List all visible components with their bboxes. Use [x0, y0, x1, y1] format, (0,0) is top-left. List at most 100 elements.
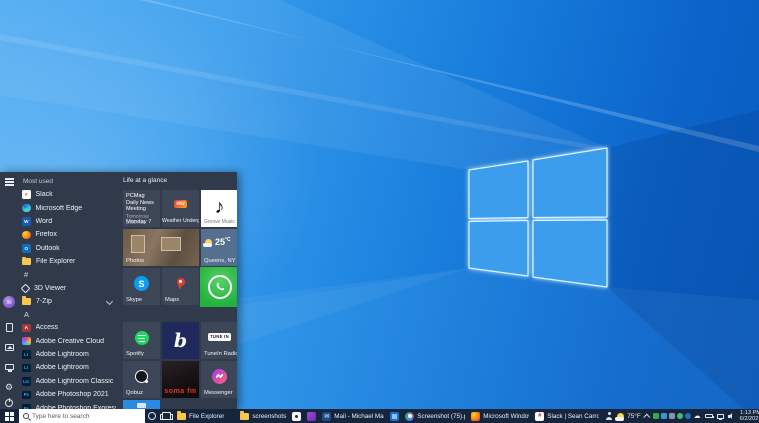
tile-bandcamp[interactable]: b	[162, 322, 199, 359]
volume-button[interactable]	[727, 409, 736, 423]
weather-underground-logo: wu	[174, 200, 186, 208]
taskbar-weather[interactable]: 75°F	[616, 409, 641, 423]
app-item-outlook[interactable]: O Outlook	[22, 242, 116, 255]
app-item-3d-viewer[interactable]: 3D Viewer	[22, 281, 116, 294]
taskbar: File Explorer screenshots ✉ Mail - Micha…	[0, 409, 759, 423]
speaker-icon	[728, 413, 735, 419]
tile-groove-music[interactable]: ♪ Groove Music	[201, 190, 237, 227]
tile-skype[interactable]: S Skype	[123, 268, 160, 305]
tray-app-icon-4[interactable]	[677, 413, 683, 419]
tile-calendar[interactable]: PCMag Daily News Meeting Tomorrow 9:00 A…	[123, 190, 160, 227]
battery-button[interactable]	[704, 409, 714, 423]
slack-icon: #	[535, 412, 544, 421]
user-avatar[interactable]: ☠	[3, 296, 15, 308]
tile-maps[interactable]: Maps	[162, 268, 199, 305]
people-button[interactable]	[602, 409, 616, 423]
firefox-icon	[22, 231, 31, 240]
start-button[interactable]	[0, 409, 19, 423]
tile-somafm[interactable]: soma fm	[162, 361, 199, 398]
tile-group-header[interactable]: Life at a glance	[123, 177, 167, 184]
tile-weather-underground[interactable]: wu Weather Underground	[162, 190, 199, 227]
pictures-icon[interactable]	[3, 341, 15, 353]
start-menu: ☠ ⚙ Most used # Slack Microsoft Edge W W…	[0, 172, 237, 410]
tile-qobuz[interactable]: Qobuz	[123, 361, 160, 398]
partly-cloudy-icon	[205, 239, 212, 246]
access-icon: A	[22, 324, 31, 333]
cortana-button[interactable]	[145, 409, 159, 423]
bluetooth-icon[interactable]	[685, 413, 691, 419]
taskbar-button-blue-app[interactable]	[387, 409, 402, 423]
tile-tunein[interactable]: TUNE IN TuneIn Radio	[201, 322, 237, 359]
hidden-icons-button[interactable]	[644, 409, 651, 423]
app-item-word[interactable]: W Word	[22, 215, 116, 228]
task-view-icon	[162, 412, 171, 420]
adobe-cc-icon	[22, 337, 31, 346]
tile-area: Life at a glance PCMag Daily News Meetin…	[117, 172, 237, 410]
photo-thumbnail	[131, 235, 145, 253]
documents-icon[interactable]	[3, 321, 15, 333]
app-item-photoshop-2021[interactable]: Ps Adobe Photoshop 2021	[22, 388, 116, 401]
taskbar-button-lock-app[interactable]	[289, 409, 304, 423]
tile-spotify[interactable]: Spotify	[123, 322, 160, 359]
messenger-icon	[212, 369, 227, 384]
app-item-firefox[interactable]: Firefox	[22, 228, 116, 241]
chevron-up-icon	[643, 413, 650, 420]
section-header-a[interactable]: A	[22, 308, 117, 321]
taskbar-button-mail[interactable]: ✉ Mail - Michael Ma...	[319, 409, 387, 423]
taskbar-button-purple-app[interactable]	[304, 409, 319, 423]
lightroom-classic-icon: Lrc	[22, 377, 31, 386]
photoshop-icon: Ps	[22, 391, 31, 400]
taskbar-button-file-explorer[interactable]: File Explorer	[174, 409, 227, 423]
purple-app-icon	[307, 412, 316, 421]
taskbar-button-screenshots[interactable]: screenshots	[237, 409, 289, 423]
app-item-file-explorer[interactable]: File Explorer	[22, 255, 116, 268]
slack-icon: #	[22, 190, 31, 199]
app-item-slack[interactable]: # Slack	[22, 188, 116, 201]
tile-weather[interactable]: 25°C Queens, NY	[201, 229, 237, 266]
settings-gear-icon[interactable]: ⚙	[3, 381, 15, 393]
clock[interactable]: 1:13 PM 6/2/2021	[738, 410, 759, 423]
people-icon	[605, 412, 613, 420]
windows-logo-icon	[469, 148, 607, 287]
bandcamp-icon: b	[174, 330, 187, 352]
lightroom-icon: Lr	[22, 364, 31, 373]
edge-icon	[22, 204, 31, 213]
app-item-lightroom-1[interactable]: Lr Adobe Lightroom	[22, 348, 116, 361]
power-icon[interactable]	[3, 397, 15, 409]
tunein-logo: TUNE IN	[208, 333, 231, 341]
tray-app-icon-3[interactable]	[669, 413, 675, 419]
word-icon: W	[22, 217, 31, 226]
app-item-lightroom-classic[interactable]: Lrc Adobe Lightroom Classic	[22, 375, 116, 388]
videos-icon[interactable]	[3, 361, 15, 373]
tray-app-icon-1[interactable]	[653, 413, 659, 419]
app-item-adobe-cc[interactable]: Adobe Creative Cloud	[22, 335, 116, 348]
start-menu-rail: ☠ ⚙	[0, 172, 18, 410]
taskbar-button-screenshot-image[interactable]: Screenshot (75).pn...	[402, 409, 468, 423]
partial-tile-glyph	[137, 403, 146, 408]
onedrive-button[interactable]: ☁	[693, 409, 702, 423]
menu-hamburger-icon[interactable]	[3, 176, 15, 188]
tray-app-icon-2[interactable]	[661, 413, 667, 419]
tile-messenger[interactable]: Messenger	[201, 361, 237, 398]
taskbar-button-slack-window[interactable]: # Slack | Sean Carrol...	[532, 409, 602, 423]
firefox-icon	[471, 412, 480, 421]
tile-whatsapp[interactable]	[200, 267, 237, 307]
outlook-icon: O	[22, 244, 31, 253]
taskbar-search[interactable]	[19, 409, 145, 423]
tile-photos[interactable]: Photos	[123, 229, 199, 266]
app-item-7zip[interactable]: 7-Zip	[22, 295, 116, 308]
folder-icon	[177, 413, 186, 420]
cloud-icon: ☁	[694, 413, 701, 420]
spotify-icon	[135, 331, 149, 345]
app-item-access[interactable]: A Access	[22, 321, 116, 334]
taskbar-button-firefox-window[interactable]: Microsoft Window...	[468, 409, 532, 423]
search-input[interactable]	[32, 413, 132, 420]
desktop: ☠ ⚙ Most used # Slack Microsoft Edge W W…	[0, 0, 759, 423]
section-header-hash[interactable]: #	[22, 268, 117, 281]
app-item-lightroom-2[interactable]: Lr Adobe Lightroom	[22, 361, 116, 374]
folder-icon	[240, 413, 249, 420]
task-view-button[interactable]	[159, 409, 174, 423]
chevron-down-icon	[106, 298, 113, 305]
display-button[interactable]	[716, 409, 725, 423]
app-item-edge[interactable]: Microsoft Edge	[22, 201, 116, 214]
